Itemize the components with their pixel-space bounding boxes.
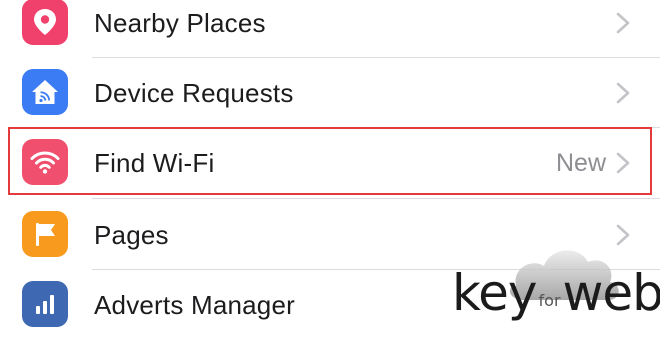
device-requests-row[interactable]: Device Requests [0, 58, 660, 128]
keyforweb-watermark: key forweb [446, 238, 660, 328]
bar-chart-icon [22, 281, 68, 327]
location-pin-icon [22, 0, 68, 45]
nearby-places-row[interactable]: Nearby Places [0, 0, 660, 58]
flag-icon [22, 211, 68, 257]
chevron-right-icon [616, 12, 630, 34]
separator [92, 198, 660, 199]
pages-label: Pages [94, 220, 169, 250]
device-requests-label: Device Requests [94, 78, 294, 108]
home-cast-icon [22, 69, 68, 115]
highlight-box [8, 127, 652, 195]
chevron-right-icon [616, 82, 630, 104]
watermark-text: key forweb [452, 264, 660, 322]
nearby-places-label: Nearby Places [94, 8, 266, 38]
